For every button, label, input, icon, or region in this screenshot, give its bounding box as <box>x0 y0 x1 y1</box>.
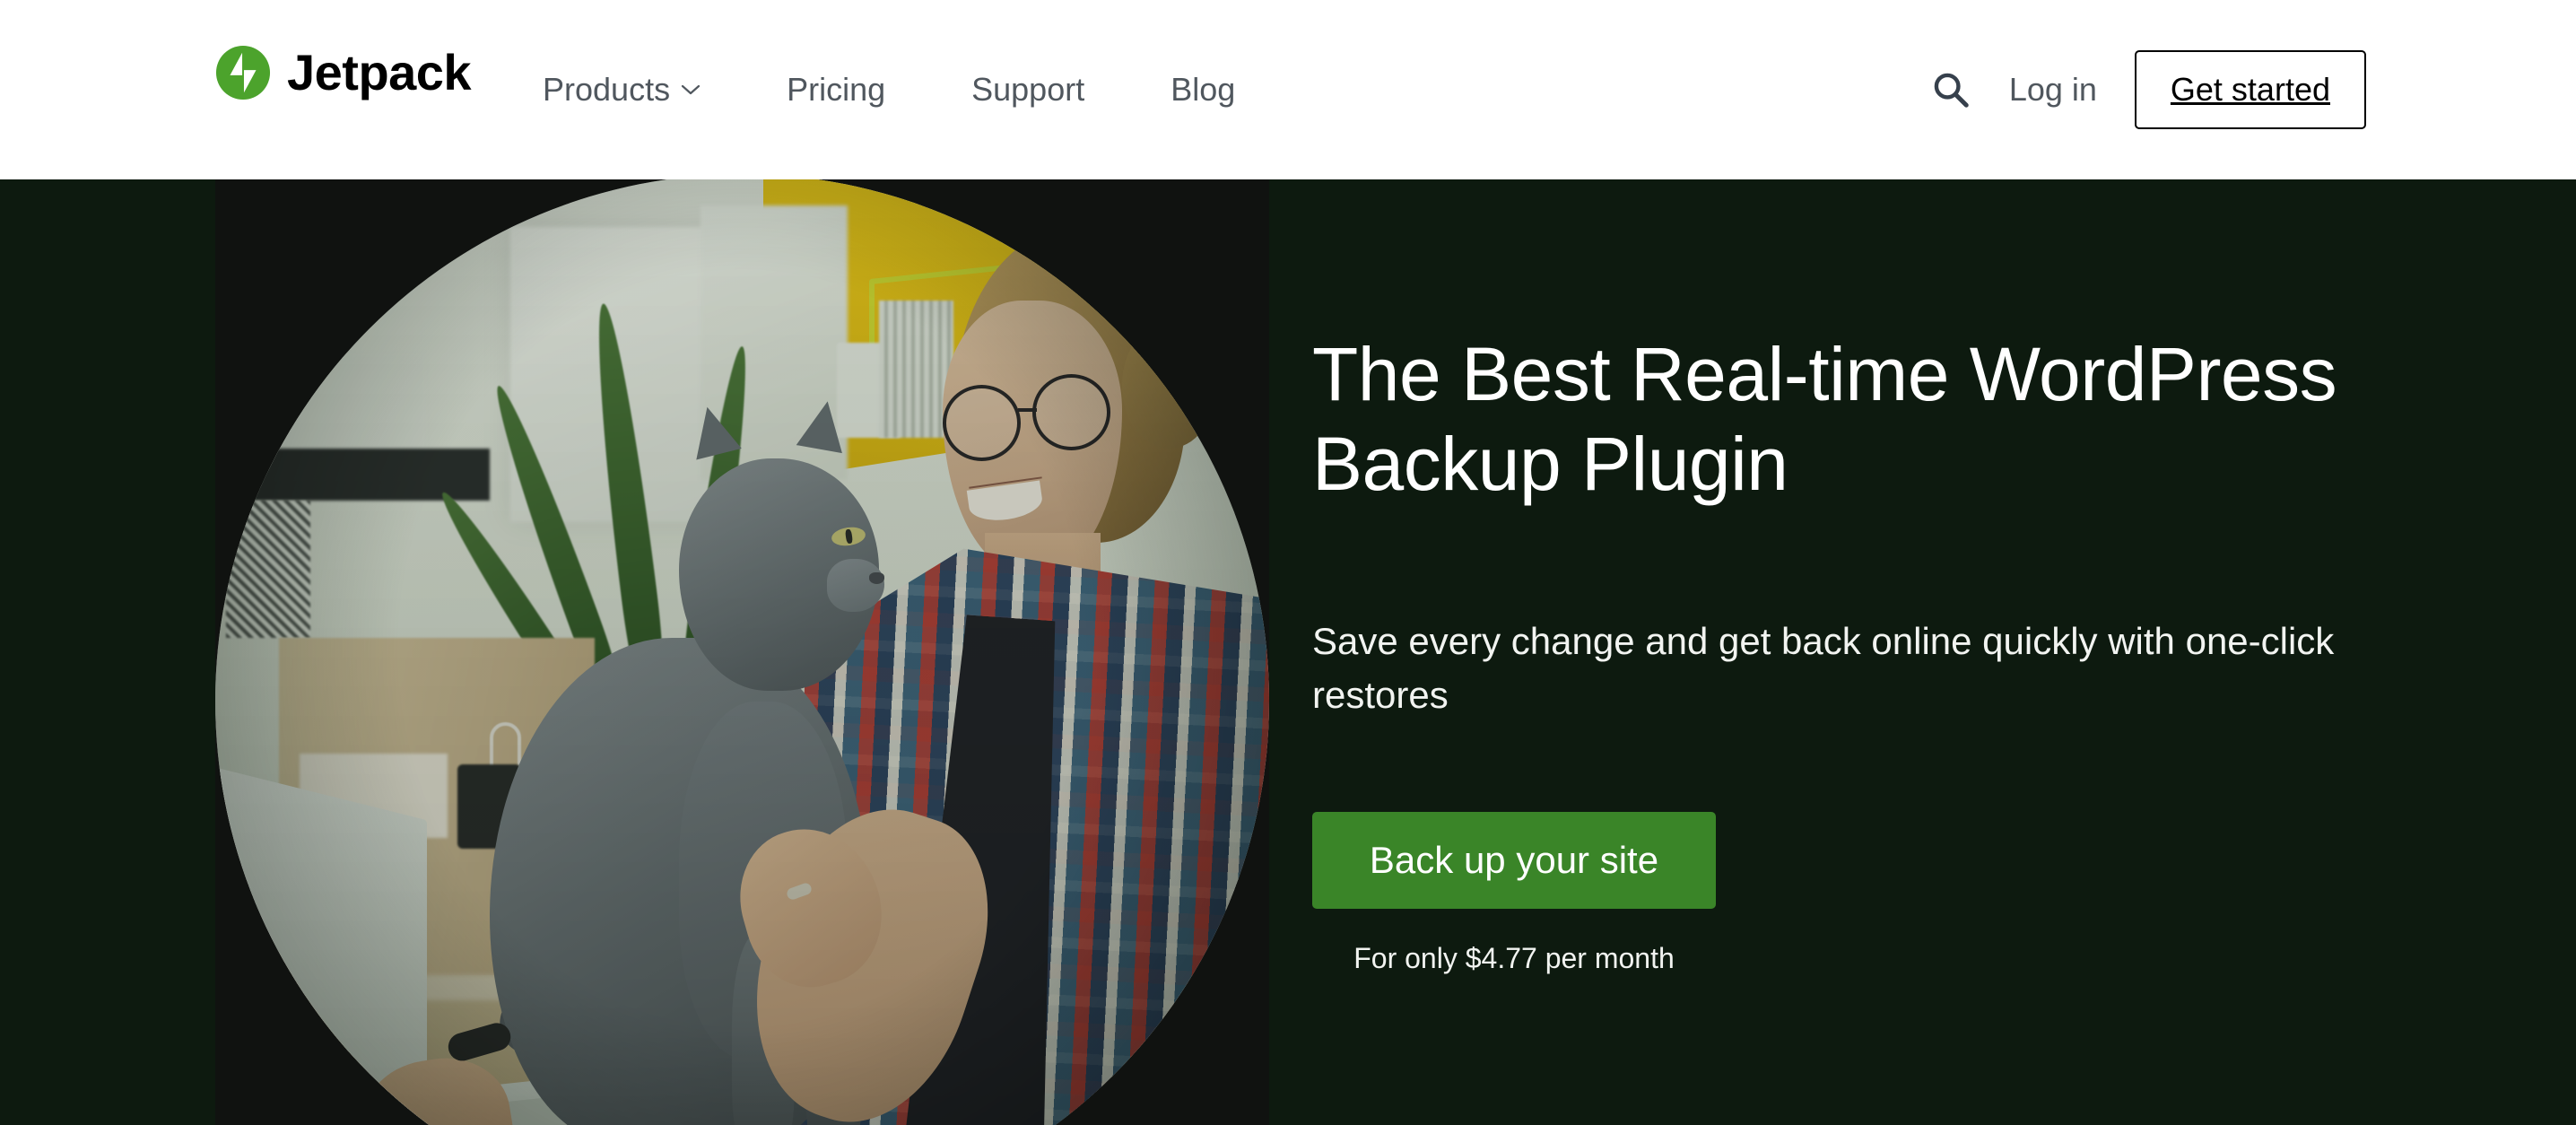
nav-item-pricing[interactable]: Pricing <box>744 71 928 109</box>
chevron-down-icon <box>681 84 701 95</box>
nav-item-products-label: Products <box>543 71 671 108</box>
scene-color-tint <box>215 179 1269 1125</box>
hero-image-panel <box>215 179 1269 1125</box>
main-navigation: Products Pricing Support Blog <box>543 0 1278 179</box>
nav-item-support[interactable]: Support <box>928 71 1127 109</box>
nav-item-blog[interactable]: Blog <box>1127 71 1278 109</box>
hero-photo-woman-with-cat <box>215 179 1269 1125</box>
nav-item-pricing-label: Pricing <box>787 71 886 108</box>
site-header: Jetpack Products Pricing Support Blog Lo… <box>0 0 2576 179</box>
nav-item-blog-label: Blog <box>1171 71 1236 108</box>
search-icon <box>1934 73 1969 108</box>
header-actions: Log in Get started <box>1919 0 2366 179</box>
nav-item-support-label: Support <box>971 71 1085 108</box>
back-up-your-site-button[interactable]: Back up your site <box>1312 812 1716 909</box>
jetpack-lightning-bolt-icon <box>215 45 271 100</box>
page-root: Jetpack Products Pricing Support Blog Lo… <box>0 0 2576 1125</box>
nav-item-products[interactable]: Products <box>543 71 744 109</box>
hero-section: The Best Real-time WordPress Backup Plug… <box>0 179 2576 1125</box>
hero-subtitle: Save every change and get back online qu… <box>1312 620 2335 717</box>
login-link[interactable]: Log in <box>2009 71 2097 109</box>
hero-photo-scene <box>215 179 1269 1125</box>
get-started-button[interactable]: Get started <box>2134 50 2366 129</box>
hero-copy: The Best Real-time WordPress Backup Plug… <box>1312 179 2371 1125</box>
jetpack-logo-link[interactable]: Jetpack <box>215 44 472 100</box>
search-button[interactable] <box>1919 58 1982 121</box>
hero-price-note: For only $4.77 per month <box>1353 942 1675 974</box>
brand-name: Jetpack <box>287 44 472 100</box>
hero-title: The Best Real-time WordPress Backup Plug… <box>1312 332 2337 506</box>
